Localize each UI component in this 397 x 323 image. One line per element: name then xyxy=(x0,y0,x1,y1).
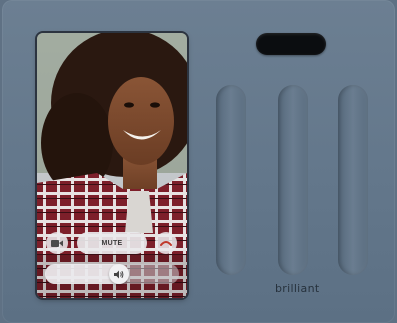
video-camera-icon xyxy=(51,239,63,247)
volume-slider-handle[interactable] xyxy=(109,264,129,284)
call-controls: MUTE xyxy=(37,229,187,257)
brand-logo: brilliant xyxy=(275,282,320,295)
speaker-icon xyxy=(114,270,124,278)
camera-toggle-button[interactable] xyxy=(46,232,68,254)
phone-hangup-icon xyxy=(160,241,172,246)
hang-up-button[interactable] xyxy=(155,232,177,254)
volume-slider[interactable] xyxy=(45,264,179,284)
video-call-feed xyxy=(37,33,187,298)
light-slider-channel-3[interactable] xyxy=(338,85,368,275)
smart-home-control-panel: MUTE brilliant xyxy=(2,0,395,323)
mute-label: MUTE xyxy=(101,239,123,247)
light-slider-channel-1[interactable] xyxy=(216,85,246,275)
touchscreen-display[interactable]: MUTE xyxy=(37,33,187,298)
mute-button[interactable]: MUTE xyxy=(77,232,147,254)
light-slider-channel-2[interactable] xyxy=(278,85,308,275)
camera-sensor-window xyxy=(256,33,326,55)
